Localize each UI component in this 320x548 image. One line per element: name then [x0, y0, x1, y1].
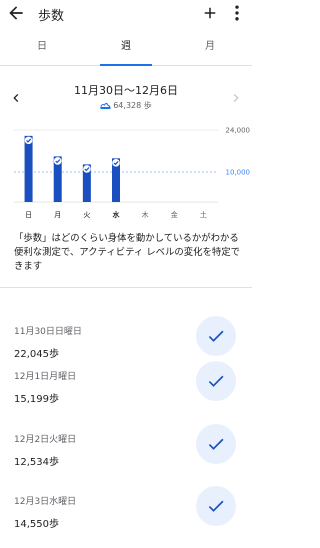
- range-total-value: 64,328 歩: [113, 101, 152, 110]
- check-icon: [208, 500, 224, 512]
- x-tick-label: 金: [171, 210, 178, 219]
- tab-month[interactable]: 月: [168, 34, 252, 65]
- range-label: 11月30日～12月6日: [74, 84, 178, 97]
- y-tick-label: 24,000: [226, 127, 251, 135]
- bar-0: [24, 135, 33, 202]
- more-vert-icon[interactable]: [231, 3, 243, 23]
- arrow-back-icon[interactable]: [6, 3, 26, 23]
- chevron-right-icon[interactable]: [228, 90, 244, 106]
- check-icon: [208, 330, 224, 342]
- goal-check-button[interactable]: [196, 486, 236, 526]
- check-icon: [208, 438, 224, 450]
- app-bar: 歩数: [0, 0, 252, 28]
- check-icon: [208, 375, 224, 387]
- list-item[interactable]: 12月1日月曜日 15,199歩: [0, 361, 252, 431]
- bar-goal-marker: [112, 159, 120, 167]
- list-item[interactable]: 12月3日水曜日 14,550歩: [0, 486, 252, 548]
- range-total: 64,328 歩: [40, 100, 212, 111]
- tab-indicator: [100, 64, 152, 66]
- weekly-steps-chart: 24,000 10,000 日 月 火 水 木 金 土: [14, 127, 251, 219]
- day-steps: 14,550歩: [14, 519, 59, 530]
- bar-goal-marker: [24, 136, 33, 145]
- divider: [0, 287, 252, 288]
- x-tick-label: 土: [200, 210, 207, 219]
- bar-goal-marker: [53, 157, 62, 165]
- tab-day[interactable]: 日: [0, 34, 84, 65]
- chevron-left-icon[interactable]: [8, 90, 24, 106]
- goal-check-button[interactable]: [196, 361, 236, 401]
- goal-check-button[interactable]: [196, 316, 236, 356]
- day-steps: 22,045歩: [14, 349, 59, 360]
- plus-icon[interactable]: [201, 3, 219, 23]
- bar-goal-marker: [83, 165, 91, 173]
- day-date: 12月2日火曜日: [14, 435, 77, 445]
- shoe-icon: [100, 102, 111, 109]
- day-date: 11月30日日曜日: [14, 327, 82, 337]
- day-date: 12月1日月曜日: [14, 372, 77, 382]
- x-tick-label: 火: [83, 211, 90, 219]
- x-tick-label: 月: [54, 211, 61, 219]
- page-title: 歩数: [38, 9, 65, 24]
- x-tick-label: 水: [113, 210, 121, 219]
- day-date: 12月3日水曜日: [14, 497, 77, 507]
- y-tick-label: 10,000: [226, 169, 251, 177]
- goal-check-button[interactable]: [196, 424, 236, 464]
- x-tick-label: 木: [142, 210, 149, 219]
- description-text: 「歩数」はどのくらい身体を動かしているかがわかる便利な測定で、アクティビティ レ…: [14, 233, 241, 272]
- day-steps: 12,534歩: [14, 457, 59, 468]
- day-steps: 15,199歩: [14, 394, 59, 405]
- x-tick-label: 日: [25, 211, 32, 219]
- period-tabs: 日 週 月: [0, 34, 252, 66]
- date-range: 11月30日～12月6日 64,328 歩: [0, 82, 252, 116]
- tab-week[interactable]: 週: [84, 34, 168, 65]
- list-item[interactable]: 12月2日火曜日 12,534歩: [0, 424, 252, 494]
